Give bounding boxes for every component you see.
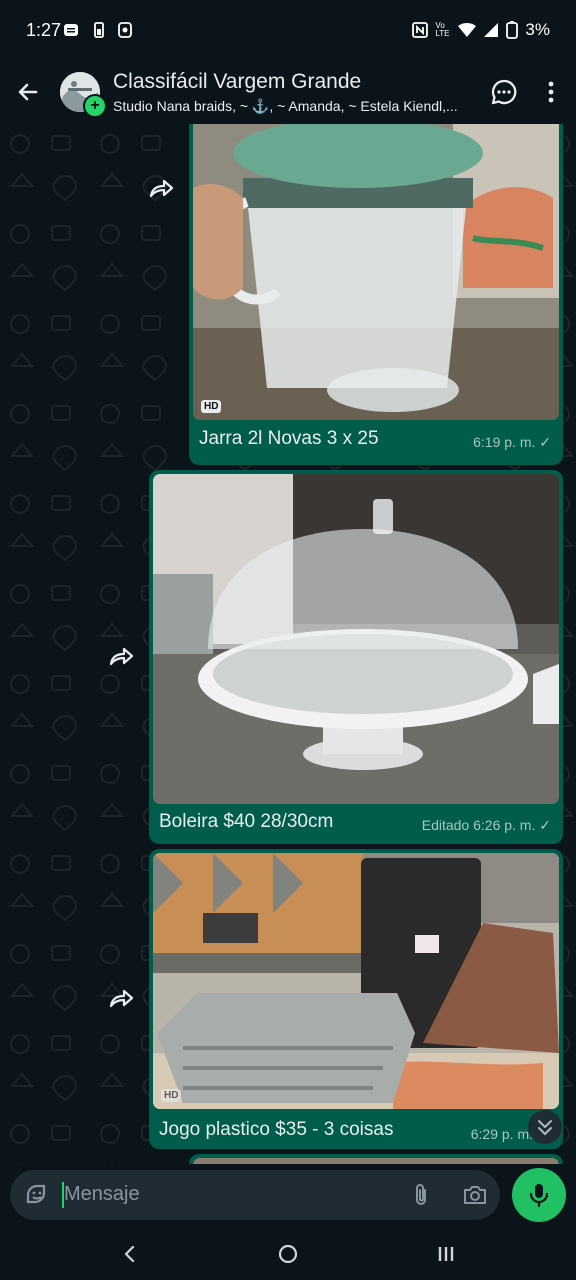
- add-status-icon[interactable]: +: [83, 94, 107, 118]
- message-bubble[interactable]: HD Jogo plastico $35 - 3 coisas 6:29 p. …: [149, 849, 563, 1149]
- notification-icon: [64, 24, 78, 36]
- cake-stand-photo: [153, 474, 559, 804]
- system-nav-bar: [0, 1228, 576, 1280]
- chat-participants[interactable]: Studio Nana braids, ~ ⚓, ~ Amanda, ~ Est…: [113, 98, 475, 115]
- more-vert-icon[interactable]: [537, 78, 565, 106]
- battery-percent: 3%: [525, 20, 550, 39]
- message-photo[interactable]: [193, 1158, 559, 1164]
- message-photo[interactable]: HD: [193, 124, 559, 420]
- chat-title[interactable]: Classifácil Vargem Grande: [113, 70, 361, 94]
- voice-record-button[interactable]: [512, 1168, 566, 1222]
- nav-back-icon[interactable]: [120, 1244, 140, 1264]
- chat-header: + Classifácil Vargem Grande Studio Nana …: [0, 62, 576, 124]
- battery-saver-icon: [94, 22, 104, 38]
- device-icon: [118, 22, 132, 38]
- battery-icon: [506, 21, 519, 39]
- forward-icon[interactable]: [148, 178, 174, 200]
- message-time: 6:19 p. m. ✓: [473, 434, 551, 451]
- status-time: 1:27: [26, 20, 62, 40]
- hd-badge: HD: [201, 400, 222, 413]
- message-time: Editado 6:26 p. m. ✓: [422, 817, 551, 834]
- status-right: Vo LTE 3%: [412, 20, 550, 40]
- message-bubble[interactable]: Boleira $40 28/30cm Editado 6:26 p. m. ✓: [149, 470, 563, 844]
- chat-call-icon[interactable]: [490, 78, 518, 106]
- scroll-to-bottom-button[interactable]: [528, 1110, 562, 1144]
- chevron-down-icon: [538, 1120, 552, 1135]
- forward-icon[interactable]: [108, 988, 134, 1010]
- volte-label: Vo LTE: [435, 21, 450, 38]
- status-bar: 1:27 Vo LTE 3%: [0, 0, 576, 62]
- plastic-set-photo: [153, 853, 559, 1109]
- read-receipt-icon: ✓: [539, 817, 551, 833]
- message-time: 6:29 p. m.: [470, 1126, 533, 1142]
- nav-home-icon[interactable]: [278, 1244, 298, 1264]
- back-arrow-icon[interactable]: [14, 78, 42, 106]
- chat-area[interactable]: HD Jarra 2l Novas 3 x 25 6:19 p. m. ✓ Bo…: [0, 124, 576, 1164]
- forward-icon[interactable]: [108, 646, 134, 668]
- hd-badge: HD: [161, 1089, 182, 1102]
- signal-icon: [484, 23, 499, 37]
- nfc-icon: [412, 22, 429, 38]
- read-receipt-icon: ✓: [539, 434, 551, 450]
- message-bubble[interactable]: [189, 1154, 563, 1164]
- mic-icon: [529, 1184, 549, 1208]
- nav-recents-icon[interactable]: [436, 1244, 456, 1264]
- message-caption: Jarra 2l Novas 3 x 25: [199, 428, 379, 449]
- pitcher-photo: [193, 124, 559, 420]
- message-timestamp: 6:19 p. m.: [473, 434, 536, 450]
- message-caption: Jogo plastico $35 - 3 coisas: [159, 1119, 394, 1140]
- message-bubble[interactable]: HD Jarra 2l Novas 3 x 25 6:19 p. m. ✓: [189, 124, 563, 465]
- message-input[interactable]: Mensaje: [64, 1183, 140, 1206]
- message-photo[interactable]: [153, 474, 559, 804]
- camera-icon[interactable]: [462, 1182, 488, 1208]
- message-timestamp: Editado 6:26 p. m.: [421, 817, 536, 833]
- wifi-icon: [458, 22, 477, 37]
- sticker-icon[interactable]: [24, 1182, 50, 1208]
- message-photo[interactable]: HD: [153, 853, 559, 1109]
- message-caption: Boleira $40 28/30cm: [159, 811, 334, 832]
- attach-icon[interactable]: [410, 1182, 432, 1208]
- message-composer[interactable]: Mensaje: [10, 1170, 500, 1220]
